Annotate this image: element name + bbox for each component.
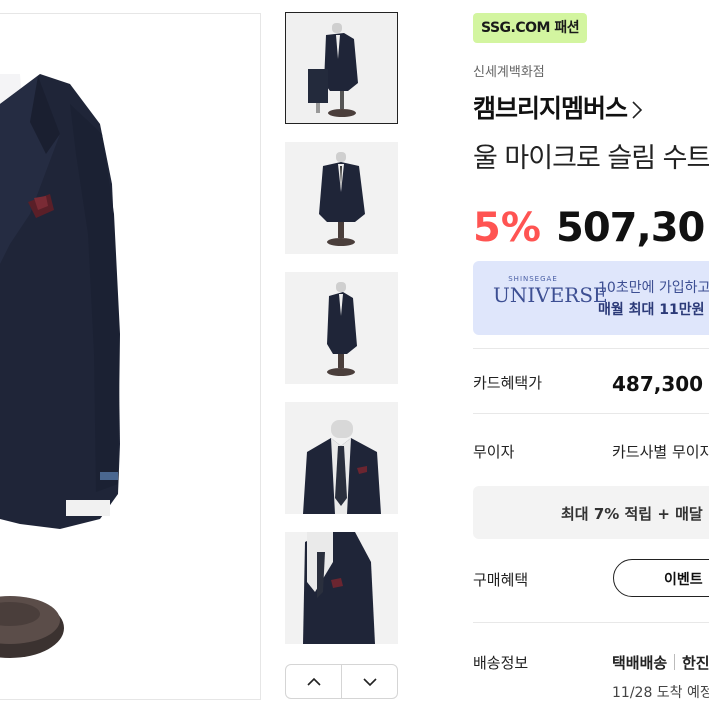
universe-logo: SHINSEGAE UNIVERSE [493,275,608,307]
card-benefit-price: 487,300 원 [612,368,709,397]
thumbnail-prev-button[interactable] [286,665,341,698]
installment-label: 무이자 [473,441,514,462]
suit-side-image [285,272,398,384]
installment-value[interactable]: 카드사별 무이자 [612,441,709,462]
universe-logo-big: UNIVERSE [493,283,608,307]
divider [473,413,709,414]
shipping-method: 택배배송 [612,652,667,673]
universe-text-line2: 매월 최대 11만원 = [598,299,709,319]
suit-front-trousers-image [286,13,398,124]
shipping-separator [674,654,675,670]
brand-link[interactable]: 캠브리지멤버스 [473,89,643,125]
points-banner[interactable]: 최대 7% 적립 + 매달 [473,486,709,539]
product-title: 울 마이크로 슬림 수트 [473,136,709,175]
thumbnail-next-button[interactable] [341,665,397,698]
universe-membership-banner[interactable]: SHINSEGAE UNIVERSE 10초만에 가입하고 매월 최대 11만원… [473,261,709,335]
sale-price: 507,30 [556,205,704,251]
main-product-image[interactable] [0,13,261,700]
discount-rate: 5% [473,205,541,251]
chevron-down-icon [363,677,377,687]
thumbnail-5[interactable] [285,532,398,644]
universe-logo-small: SHINSEGAE [493,275,573,283]
shipping-carrier: 한진 [682,652,709,673]
divider [473,348,709,349]
divider [473,622,709,623]
store-name: 신세계백화점 [473,61,545,80]
chevron-right-icon [631,100,643,120]
suit-front-image [285,142,398,254]
universe-text-line1: 10초만에 가입하고 [598,277,709,297]
event-button[interactable]: 이벤트 [613,559,709,597]
shipping-label: 배송정보 [473,652,528,673]
event-button-label: 이벤트 [664,569,703,589]
mall-badge[interactable]: SSG.COM 패션 [473,13,587,43]
chevron-up-icon [307,677,321,687]
thumbnail-navigation [285,664,398,699]
purchase-benefit-label: 구매혜택 [473,569,528,590]
shipping-date: 11/28 도착 예정 [612,682,709,702]
thumbnail-3[interactable] [285,272,398,384]
card-benefit-label: 카드혜택가 [473,372,542,393]
thumbnail-4[interactable] [285,402,398,514]
brand-name: 캠브리지멤버스 [473,94,627,123]
thumbnail-1[interactable] [285,12,398,124]
points-text: 최대 7% 적립 + 매달 [561,503,703,524]
thumbnail-2[interactable] [285,142,398,254]
suit-tie-detail-image [285,402,398,514]
suit-lapel-detail-image [285,532,398,644]
suit-jacket-image [0,14,261,700]
